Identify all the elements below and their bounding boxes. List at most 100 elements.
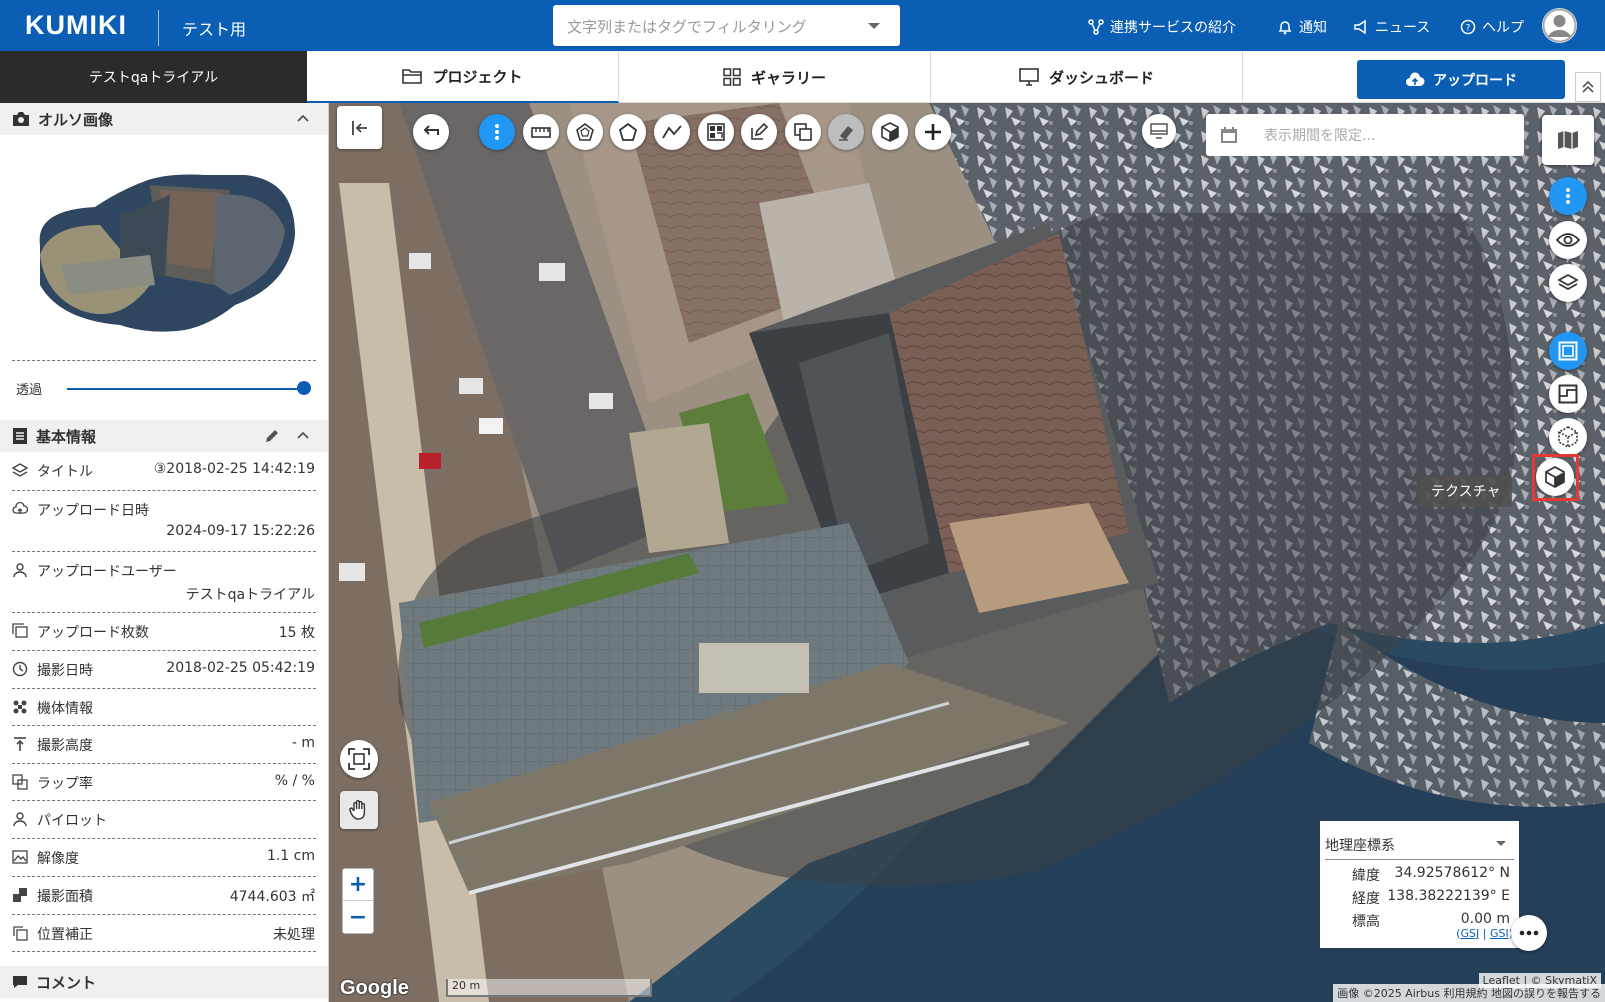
visibility-button[interactable] [1549,221,1587,259]
map-viewer[interactable]: 表示期間を限定... テクスチャ + − 地理座標系 緯度 34.9257861… [329,103,1605,1002]
workspace-name[interactable]: テスト用 [182,16,246,40]
dsm-view-button[interactable] [1549,375,1587,413]
orthophoto-view-button[interactable] [1549,332,1587,370]
ortho-section-title: オルソ画像 [38,110,114,129]
nav-services[interactable]: 連携サービスの紹介 [1088,17,1236,37]
collapse-header-button[interactable] [1575,72,1601,102]
info-label: 撮影面積 [37,889,93,905]
info-value: % / % [274,773,315,789]
imagery-attribution[interactable]: 画像 ©2025 Airbus 利用規約 地図の誤りを報告する [1333,984,1605,1002]
longitude-label: 経度 [1352,891,1380,907]
user-avatar[interactable] [1542,8,1577,43]
current-user-label[interactable]: テストqaトライアル [0,51,307,103]
filter-search-input[interactable]: 文字列またはタグでフィルタリング [553,5,900,46]
grid-block-icon [707,123,725,141]
tab-project-label: プロジェクト [432,67,523,86]
info-label: アップロードユーザー [37,564,177,580]
info-label: アップロード枚数 [37,625,149,641]
pan-mode-button[interactable] [340,791,378,829]
more-vertical-icon [495,124,499,140]
arrow-collapse-left-icon [351,120,367,135]
info-value: 15 枚 [278,625,315,641]
chevron-down-icon[interactable] [868,23,880,29]
opacity-slider-handle[interactable] [297,381,311,395]
user-icon [1542,8,1577,43]
polygon-tool[interactable] [610,114,646,150]
more-tools-button[interactable] [479,114,515,150]
annotate-tool[interactable] [741,114,777,150]
ortho-thumbnail[interactable] [0,135,328,360]
compare-tool[interactable] [785,114,821,150]
undo-button[interactable] [413,114,449,150]
dotted-cube-icon [1558,426,1578,448]
info-label: 機体情報 [37,701,93,717]
elevation-square-icon [1558,384,1578,404]
undo-icon [423,125,439,135]
more-options-button[interactable] [1511,915,1547,951]
kumiki-logo[interactable]: KUMIKI [25,10,127,41]
measure-area-tool[interactable] [567,114,603,150]
comment-section-header[interactable]: コメント [0,966,328,998]
add-tool-button[interactable] [915,114,951,150]
info-row-area: 撮影面積 4744.603 ㎡ [12,877,316,915]
double-chevron-up-icon [1582,80,1594,93]
nav-notifications[interactable]: 通知 [1277,17,1327,37]
upload-label: アップロード [1433,72,1517,89]
bell-icon [1278,21,1292,35]
ortho-thumbnail-image [39,174,295,332]
sub-navigation: テストqaトライアル プロジェクト ギャラリー ダッシュボード アップロード [0,51,1605,103]
ortho-section-header[interactable]: オルソ画像 [0,103,328,135]
info-row-upload-user: アップロードユーザー テストqaトライアル [12,552,316,613]
info-value: - m [291,735,315,751]
chevron-up-icon[interactable] [296,113,310,123]
coordinate-system-value: 地理座標系 [1325,838,1395,854]
cube-icon [881,122,899,142]
basic-info-section-header[interactable]: 基本情報 [0,420,328,452]
grid-icon [723,68,741,86]
info-label: ラップ率 [37,776,93,792]
chevron-up-icon[interactable] [296,430,310,440]
fit-bounds-button[interactable] [340,740,378,778]
polyline-tool[interactable] [654,114,690,150]
base-map-button[interactable] [1542,115,1594,165]
nav-help[interactable]: ? ヘルプ [1460,17,1524,37]
map-icon [1558,131,1578,149]
tab-dashboard[interactable]: ダッシュボード [931,51,1243,103]
right-more-button[interactable] [1549,177,1587,215]
collapse-sidebar-button[interactable] [337,106,382,149]
info-value: 2024-09-17 15:22:26 [166,523,315,539]
gsj-link[interactable]: GSJ [1460,927,1479,940]
coordinate-system-select[interactable]: 地理座標系 [1325,829,1514,860]
person-icon [13,812,27,827]
eraser-icon [839,126,853,141]
pencil-icon[interactable] [264,428,280,444]
copy-icon [13,926,28,941]
info-row-shot-date: 撮影日時 2018-02-25 05:42:19 [12,651,316,689]
opacity-control: 透過 [12,360,316,420]
info-label: 撮影日時 [37,663,93,679]
nav-news-label: ニュース [1375,20,1431,36]
images-icon [12,623,28,638]
zoom-out-button[interactable]: − [343,901,373,933]
zoom-in-button[interactable]: + [343,869,373,901]
zoom-control: + − [342,868,374,934]
nav-news[interactable]: ニュース [1353,17,1430,37]
tab-project[interactable]: プロジェクト [307,51,619,103]
measure-distance-tool[interactable] [523,114,559,150]
calendar-icon [1221,127,1237,143]
display-mode-button[interactable] [1142,114,1176,148]
opacity-slider-track[interactable] [67,388,303,390]
3d-model-tool[interactable] [872,114,908,150]
gsi-link[interactable]: GSI [1490,927,1509,940]
volume-tool[interactable] [698,114,734,150]
eraser-tool[interactable] [828,114,864,150]
latitude-label: 緯度 [1352,868,1380,884]
layers-button[interactable] [1549,264,1587,302]
upload-button[interactable]: アップロード [1357,60,1565,99]
info-row-resolution: 解像度 1.1 cm [12,839,316,877]
info-label: タイトル [37,464,93,480]
point-cloud-view-button[interactable] [1549,418,1587,456]
info-label: 解像度 [37,851,79,867]
date-range-filter[interactable]: 表示期間を限定... [1206,114,1524,156]
tab-gallery[interactable]: ギャラリー [619,51,931,103]
